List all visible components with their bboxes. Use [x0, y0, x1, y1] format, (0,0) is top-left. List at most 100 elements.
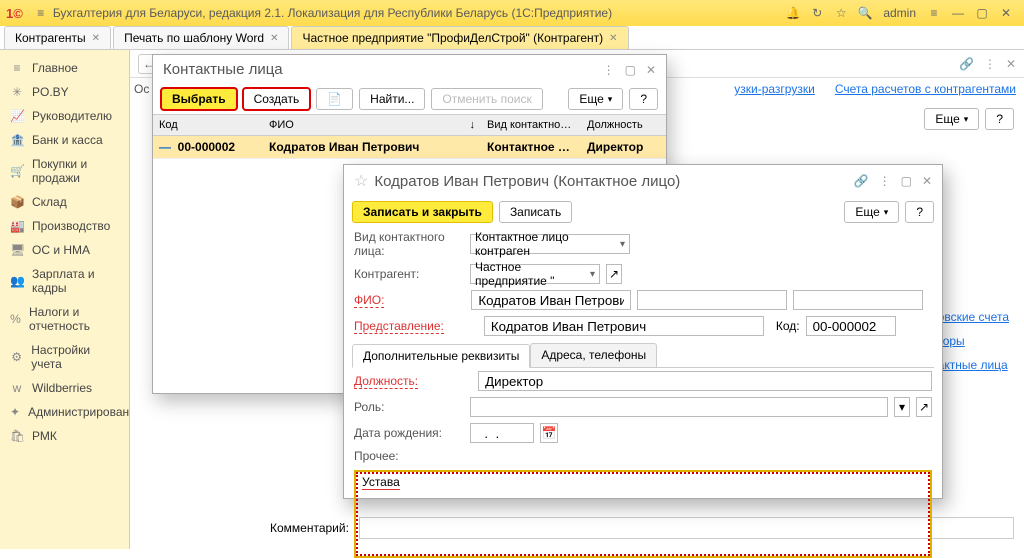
role-open[interactable]: ↗ — [916, 397, 932, 417]
save-button[interactable]: Записать — [499, 201, 572, 223]
fio-input[interactable] — [471, 290, 631, 310]
col-type[interactable]: Вид контактного... — [481, 115, 581, 135]
sidebar-item-11[interactable]: wWildberries — [0, 376, 129, 400]
list-more-button[interactable]: Еще▾ — [568, 88, 623, 110]
fio-input-3[interactable] — [793, 290, 923, 310]
sidebar-item-3[interactable]: 🏦Банк и касса — [0, 128, 129, 152]
card-link-icon[interactable]: 🔗 — [854, 174, 869, 188]
sidebar-item-2[interactable]: 📈Руководителю — [0, 104, 129, 128]
contact-card-window: ☆ Кодратов Иван Петрович (Контактное лиц… — [343, 164, 943, 499]
role-dd[interactable]: ▾ — [894, 397, 910, 417]
sidebar-item-13[interactable]: 🛍РМК — [0, 424, 129, 448]
card-close-icon[interactable]: ✕ — [922, 174, 932, 188]
card-more-button[interactable]: Еще▾ — [844, 201, 899, 223]
repr-input[interactable] — [484, 316, 764, 336]
dob-input[interactable] — [470, 423, 534, 443]
sidebar-label: Администрирование — [28, 405, 142, 419]
contr-select[interactable]: Частное предприятие "▾ — [470, 264, 600, 284]
contr-label: Контрагент: — [354, 267, 464, 281]
tab-word-template[interactable]: Печать по шаблону Word ✕ — [113, 26, 289, 49]
sidebar-item-6[interactable]: 🏭Производство — [0, 214, 129, 238]
table-row[interactable]: — 00-000002 Кодратов Иван Петрович Конта… — [153, 136, 666, 159]
app-title: Бухгалтерия для Беларуси, редакция 2.1. … — [53, 6, 612, 20]
card-help-button[interactable]: ? — [905, 201, 934, 223]
other-textarea[interactable]: Устава — [354, 470, 932, 558]
close-page-icon[interactable]: ✕ — [1006, 57, 1016, 71]
sidebar-label: ОС и НМА — [32, 243, 90, 257]
tab-extra[interactable]: Дополнительные реквизиты — [352, 344, 530, 368]
sidebar-label: Руководителю — [32, 109, 112, 123]
cell-role: Директор — [581, 136, 666, 158]
menu-icon[interactable]: ≡ — [32, 4, 50, 22]
sidebar-item-4[interactable]: 🛒Покупки и продажи — [0, 152, 129, 190]
other-label: Прочее: — [354, 449, 464, 463]
type-label: Вид контактного лица: — [354, 230, 464, 258]
history-icon[interactable]: ↻ — [808, 4, 826, 22]
fio-input-2[interactable] — [637, 290, 787, 310]
sidebar-icon: 🛒 — [10, 164, 24, 178]
restore-icon[interactable]: ▢ — [973, 4, 991, 22]
tab-close-icon[interactable]: ✕ — [270, 33, 278, 44]
app-tabs: Контрагенты ✕ Печать по шаблону Word ✕ Ч… — [0, 26, 1024, 50]
code-label: Код: — [776, 319, 800, 333]
calendar-icon[interactable]: 📅 — [540, 423, 558, 443]
win-more-icon[interactable]: ⋮ — [603, 63, 615, 77]
more-label: Еще — [579, 92, 603, 106]
copy-button[interactable]: 📄 — [316, 88, 353, 110]
position-input[interactable] — [478, 371, 932, 391]
cancel-find-button[interactable]: Отменить поиск — [431, 88, 542, 110]
sidebar-item-7[interactable]: 🖥ОС и НМА — [0, 238, 129, 262]
sidebar-label: Производство — [32, 219, 110, 233]
find-button[interactable]: Найти... — [359, 88, 425, 110]
sidebar-label: Склад — [32, 195, 67, 209]
tab-close-icon[interactable]: ✕ — [92, 33, 100, 44]
link-accounts[interactable]: Счета расчетов с контрагентами — [835, 82, 1016, 96]
tab-contragents[interactable]: Контрагенты ✕ — [4, 26, 111, 49]
more-button[interactable]: Еще▾ — [924, 108, 979, 130]
create-button[interactable]: Создать — [243, 88, 311, 110]
card-max-icon[interactable]: ▢ — [901, 174, 912, 188]
sidebar-item-9[interactable]: %Налоги и отчетность — [0, 300, 129, 338]
contr-open-button[interactable]: ↗ — [606, 264, 622, 284]
tab-close-icon[interactable]: ✕ — [609, 33, 617, 44]
sidebar-item-12[interactable]: ✦Администрирование — [0, 400, 129, 424]
sidebar-item-10[interactable]: ⚙Настройки учета — [0, 338, 129, 376]
sidebar-icon: ✦ — [10, 405, 20, 419]
tab-contragent-card[interactable]: Частное предприятие "ПрофиДелСтрой" (Кон… — [291, 26, 628, 49]
sidebar-icon: ⚙ — [10, 350, 23, 364]
type-select[interactable]: Контактное лицо контраген▾ — [470, 234, 630, 254]
win-max-icon[interactable]: ▢ — [625, 63, 636, 77]
col-code[interactable]: Код — [153, 115, 263, 135]
save-close-button[interactable]: Записать и закрыть — [352, 201, 493, 223]
sidebar-item-0[interactable]: ≡Главное — [0, 56, 129, 80]
sidebar-icon: 🏦 — [10, 133, 24, 147]
user-label[interactable]: admin — [883, 6, 916, 20]
titlebar: 1© ≡ Бухгалтерия для Беларуси, редакция … — [0, 0, 1024, 26]
list-help-button[interactable]: ? — [629, 88, 658, 110]
bell-icon[interactable]: 🔔 — [784, 4, 802, 22]
settings-icon[interactable]: ≡ — [925, 4, 943, 22]
card-fav-icon[interactable]: ☆ — [354, 171, 368, 191]
help-button[interactable]: ? — [985, 108, 1014, 130]
col-role[interactable]: Должность — [581, 115, 666, 135]
code-input[interactable] — [806, 316, 896, 336]
close-icon[interactable]: ✕ — [997, 4, 1015, 22]
sidebar-item-5[interactable]: 📦 Склад — [0, 190, 129, 214]
star-icon[interactable]: ☆ — [832, 4, 850, 22]
app-logo: 1© — [6, 6, 23, 21]
more-icon[interactable]: ⋮ — [984, 57, 996, 71]
search-icon[interactable]: 🔍 — [856, 4, 874, 22]
sidebar-item-8[interactable]: 👥Зарплата и кадры — [0, 262, 129, 300]
role-select[interactable] — [470, 397, 888, 417]
sidebar: ≡Главное✳PO.BY📈Руководителю🏦Банк и касса… — [0, 50, 130, 549]
link-icon[interactable]: 🔗 — [959, 57, 974, 71]
minimize-icon[interactable]: — — [949, 4, 967, 22]
tab-addresses[interactable]: Адреса, телефоны — [530, 343, 657, 367]
card-more-icon[interactable]: ⋮ — [879, 174, 891, 188]
win-close-icon[interactable]: ✕ — [646, 63, 656, 77]
select-button[interactable]: Выбрать — [161, 88, 237, 110]
sidebar-item-1[interactable]: ✳PO.BY — [0, 80, 129, 104]
link-loading[interactable]: узки-разгрузки — [734, 82, 815, 96]
sidebar-icon: 📦 — [10, 195, 24, 209]
col-fio[interactable]: ФИО↓ — [263, 115, 481, 135]
